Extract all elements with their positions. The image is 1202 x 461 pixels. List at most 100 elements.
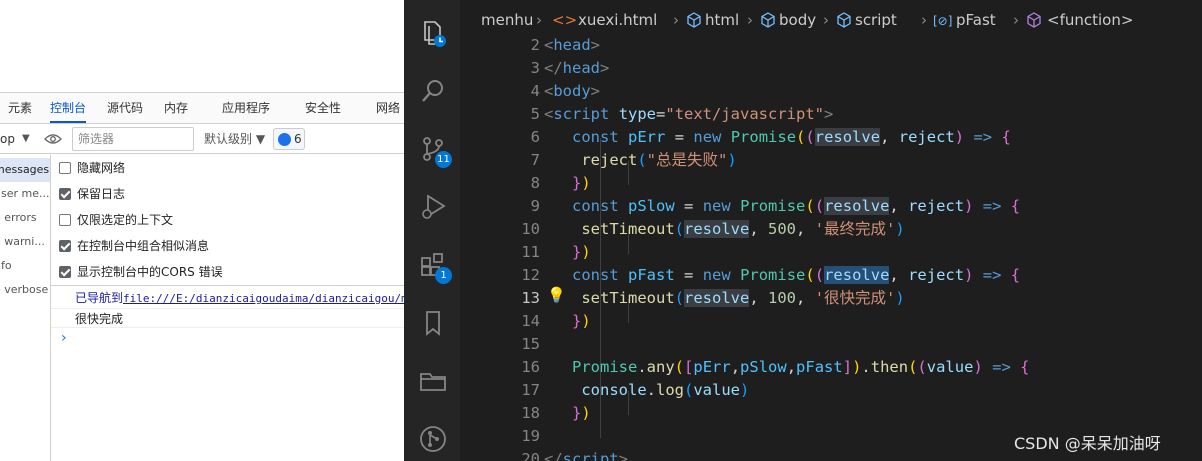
- code-line-12: const pFast = new Promise((resolve, reje…: [572, 266, 1021, 284]
- chevron-right-icon: ›: [823, 11, 829, 29]
- message-bubble-icon: [278, 133, 291, 146]
- element-icon: [837, 12, 851, 28]
- element-icon: [761, 12, 775, 28]
- code-line-10: setTimeout(resolve, 500, '最终完成'): [581, 220, 905, 238]
- breadcrumb-html[interactable]: html: [705, 10, 739, 30]
- line-number: 17: [521, 381, 540, 399]
- code-line-17: console.log(value): [581, 381, 750, 399]
- search-icon[interactable]: [418, 76, 448, 106]
- sidebar-item-info[interactable]: nfo: [0, 254, 50, 278]
- breadcrumb-file[interactable]: xuexi.html: [578, 10, 657, 30]
- checkbox[interactable]: [59, 240, 71, 252]
- code-line-16: Promise.any([pErr,pSlow,pFast]).then((va…: [572, 358, 1030, 376]
- tab-sources[interactable]: 源代码: [107, 93, 143, 123]
- line-number: 15: [521, 335, 540, 353]
- bookmark-icon[interactable]: [418, 308, 448, 338]
- checkbox[interactable]: [59, 188, 71, 200]
- log-levels-dropdown[interactable]: 默认级别 ▼: [204, 130, 265, 148]
- code-line-8: }): [572, 174, 591, 192]
- checkbox[interactable]: [59, 162, 71, 174]
- line-number: 4: [530, 82, 540, 100]
- code-line-4: <body>: [544, 82, 601, 100]
- breadcrumb: menhu › <> xuexi.html › html › body › sc…: [460, 0, 1202, 38]
- eye-icon[interactable]: [44, 133, 62, 145]
- setting-label: 仅限选定的上下文: [77, 213, 174, 227]
- chevron-right-icon: ›: [747, 11, 753, 29]
- devtools-tab-bar: 元素 控制台 源代码 内存 应用程序 安全性 网络: [0, 92, 404, 124]
- console-sidebar: messages user me... o errors o warni... …: [0, 155, 51, 461]
- vscode-window: 11 1 menhu › <> xuexi.html › html › body…: [404, 0, 1202, 461]
- source-control-icon[interactable]: 11: [418, 134, 452, 168]
- sidebar-item-warnings[interactable]: o warni...: [0, 230, 50, 254]
- chevron-right-icon: ›: [921, 11, 927, 29]
- sidebar-item-user-messages[interactable]: user me...: [0, 182, 50, 206]
- console-output: 已导航到file:///E:/dianzicaigoudaima/dianzic…: [51, 285, 404, 461]
- page-viewport: [0, 0, 404, 92]
- line-number: 7: [530, 151, 540, 169]
- code-line-18: }): [572, 404, 591, 422]
- line-number: 2: [530, 36, 540, 54]
- navigation-prefix: 已导航到: [75, 291, 124, 305]
- code-line-5: <script type="text/javascript">: [544, 105, 834, 123]
- chevron-down-icon[interactable]: ▼: [22, 130, 30, 148]
- navigation-link[interactable]: file:///E:/dianzicaigoudaima/dianzicaigo…: [123, 292, 404, 305]
- code-line-6: const pErr = new Promise((resolve, rejec…: [572, 128, 1011, 146]
- activity-bar: 11 1: [404, 0, 460, 461]
- code-line-13: setTimeout(resolve, 100, '很快完成'): [581, 289, 905, 307]
- tab-memory[interactable]: 内存: [164, 93, 188, 123]
- devtools-panel: 元素 控制台 源代码 内存 应用程序 安全性 网络 op ▼ 默认级别 ▼ 6 …: [0, 0, 404, 461]
- breadcrumb-folder[interactable]: menhu: [481, 10, 533, 30]
- tab-elements[interactable]: 元素: [8, 93, 32, 123]
- sidebar-item-errors[interactable]: o errors: [0, 206, 50, 230]
- setting-label: 在控制台中组合相似消息: [77, 239, 210, 253]
- checkbox[interactable]: [59, 266, 71, 278]
- element-icon: [687, 12, 701, 28]
- filter-input[interactable]: [72, 127, 194, 151]
- setting-label: 保留日志: [77, 187, 126, 201]
- navigation-message: 已导航到file:///E:/dianzicaigoudaima/dianzic…: [75, 290, 404, 306]
- code-line-20: </script>: [544, 450, 629, 461]
- code-line-3: </head>: [544, 59, 610, 77]
- watermark: CSDN @呆呆加油呀: [1014, 434, 1161, 453]
- breadcrumb-function[interactable]: <function>: [1047, 10, 1133, 30]
- line-number: 10: [521, 220, 540, 238]
- code-editor[interactable]: 2 3 4 5 6 7 8 9 10 11 12 13 14 15 16 17 …: [460, 34, 1202, 461]
- breadcrumb-variable[interactable]: pFast: [956, 10, 996, 30]
- tab-application[interactable]: 应用程序: [222, 93, 270, 123]
- line-number: 6: [530, 128, 540, 146]
- breadcrumb-script[interactable]: script: [855, 10, 897, 30]
- setting-label: 隐藏网络: [77, 161, 126, 175]
- line-number: 16: [521, 358, 540, 376]
- line-number: 11: [521, 243, 540, 261]
- message-count-badge[interactable]: 6: [273, 128, 305, 150]
- log-text: 很快完成: [75, 312, 124, 326]
- git-graph-icon[interactable]: [418, 424, 448, 454]
- sidebar-item-messages[interactable]: messages: [0, 158, 50, 182]
- code-line-9: const pSlow = new Promise((resolve, reje…: [572, 197, 1021, 215]
- setting-label: 显示控制台中的CORS 错误: [77, 265, 223, 279]
- line-number: 9: [530, 197, 540, 215]
- run-debug-icon[interactable]: [418, 192, 448, 222]
- checkbox[interactable]: [59, 214, 71, 226]
- tab-console[interactable]: 控制台: [50, 93, 87, 123]
- tab-network[interactable]: 网络: [376, 93, 400, 123]
- sidebar-item-verbose[interactable]: o verbose: [0, 278, 50, 302]
- code-line-2: <head>: [544, 36, 601, 54]
- context-selector[interactable]: op: [0, 130, 15, 148]
- line-number: 14: [521, 312, 540, 330]
- line-number: 12: [521, 266, 540, 284]
- function-icon: [1027, 12, 1041, 28]
- line-number: 5: [530, 105, 540, 123]
- tab-security[interactable]: 安全性: [305, 93, 341, 123]
- console-prompt[interactable]: ›: [61, 330, 67, 346]
- folder-icon[interactable]: [418, 366, 448, 396]
- code-line-7: reject("总是失败"): [581, 151, 737, 169]
- extensions-badge: 1: [435, 267, 452, 284]
- line-number: 19: [521, 427, 540, 445]
- console-toolbar: op ▼ 默认级别 ▼ 6: [0, 124, 404, 154]
- extensions-icon[interactable]: 1: [418, 250, 452, 284]
- breadcrumb-body[interactable]: body: [779, 10, 816, 30]
- explorer-icon[interactable]: [418, 18, 448, 48]
- html-file-icon: <>: [552, 11, 578, 29]
- chevron-right-icon: ›: [1013, 11, 1019, 29]
